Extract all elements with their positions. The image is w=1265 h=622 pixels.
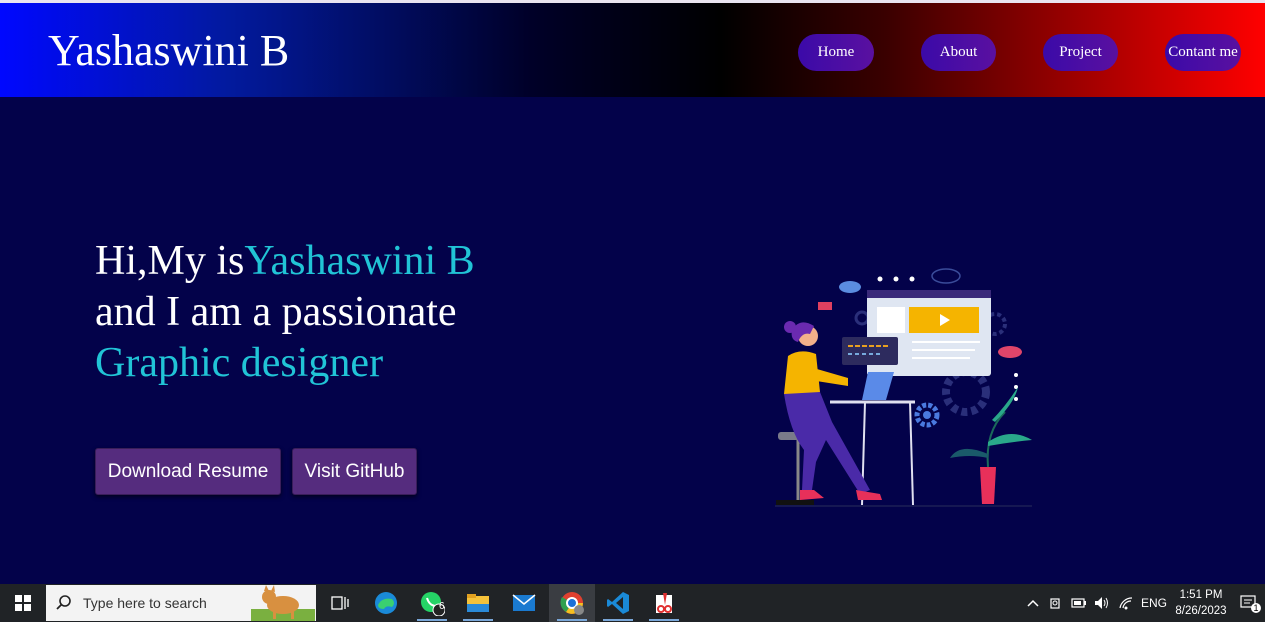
- brand-title: Yashaswini B: [48, 26, 290, 75]
- meet-now-icon[interactable]: [1049, 584, 1063, 622]
- active-indicator: [463, 619, 493, 621]
- site-header: Yashaswini B Home About Project Contant …: [0, 3, 1265, 97]
- hero-headline: Hi,My isYashaswini B and I am a passiona…: [95, 236, 615, 389]
- nav-home-button[interactable]: Home: [798, 34, 874, 71]
- windows-taskbar: Type here to search 6 ENG 1:51 PM 8/26/2…: [0, 584, 1265, 622]
- wifi-icon[interactable]: [1118, 584, 1134, 622]
- designer-illustration: [775, 268, 1032, 507]
- active-indicator: [417, 619, 447, 621]
- edge-icon[interactable]: [363, 584, 409, 622]
- show-hidden-icons-chevron-icon[interactable]: [1027, 584, 1039, 622]
- paint-icon[interactable]: [641, 584, 687, 622]
- visit-github-button[interactable]: Visit GitHub: [292, 448, 417, 495]
- volume-icon[interactable]: [1094, 584, 1110, 622]
- nav-about-button[interactable]: About: [921, 34, 996, 71]
- task-view-icon[interactable]: [317, 584, 363, 622]
- whatsapp-badge: 6: [439, 601, 445, 612]
- windows-start-icon[interactable]: [0, 584, 46, 622]
- whatsapp-icon[interactable]: 6: [409, 584, 455, 622]
- active-indicator: [557, 619, 587, 621]
- taskbar-search-box[interactable]: Type here to search: [46, 585, 316, 621]
- hero-line-2: and I am a passionate: [95, 289, 457, 335]
- mail-icon[interactable]: [501, 584, 547, 622]
- nav-contact-button[interactable]: Contant me: [1165, 34, 1241, 71]
- search-icon: [56, 594, 72, 613]
- clock-time: 1:51 PM: [1179, 589, 1223, 601]
- active-indicator: [603, 619, 633, 621]
- search-placeholder: Type here to search: [83, 595, 207, 611]
- file-explorer-icon[interactable]: [455, 584, 501, 622]
- search-highlight-dog-icon: [251, 585, 315, 621]
- notification-icon[interactable]: 1: [1240, 584, 1261, 622]
- chrome-icon[interactable]: [549, 584, 595, 622]
- active-indicator: [649, 619, 679, 621]
- nav-project-button[interactable]: Project: [1043, 34, 1118, 71]
- hero-name: Yashaswini B: [244, 238, 475, 284]
- hero-greeting: Hi,My is: [95, 238, 245, 284]
- clock-date: 8/26/2023: [1175, 605, 1227, 617]
- language-indicator[interactable]: ENG: [1141, 584, 1167, 622]
- download-resume-button[interactable]: Download Resume: [95, 448, 281, 495]
- taskbar-clock[interactable]: 1:51 PM 8/26/2023: [1170, 587, 1232, 619]
- notification-count: 1: [1251, 603, 1261, 613]
- vscode-icon[interactable]: [595, 584, 641, 622]
- hero-role: Graphic designer: [95, 340, 384, 386]
- battery-icon[interactable]: [1071, 584, 1087, 622]
- hero-line-1: Hi,My isYashaswini B: [95, 236, 615, 287]
